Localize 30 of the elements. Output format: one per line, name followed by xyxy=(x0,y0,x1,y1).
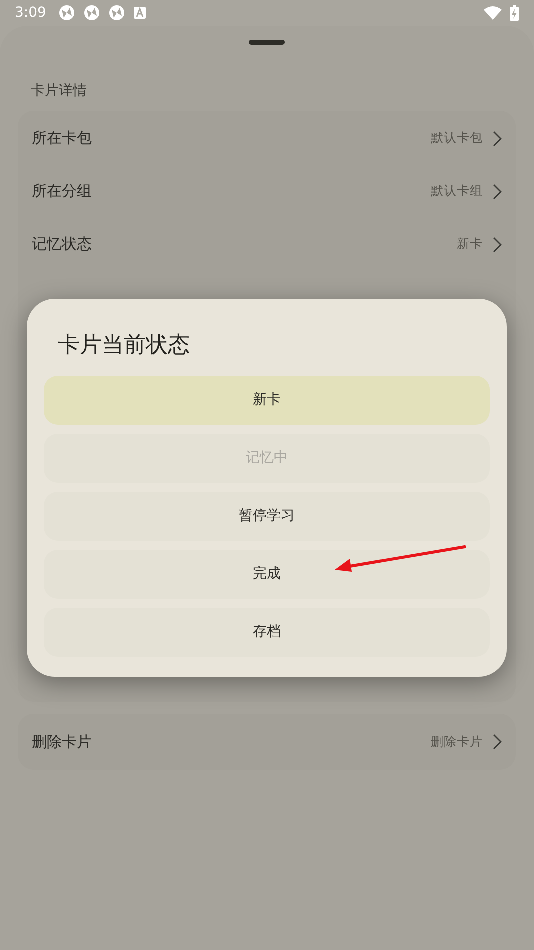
detail-row[interactable]: 所在分组 默认卡组 xyxy=(18,165,516,218)
detail-row[interactable]: 所在卡包 默认卡包 xyxy=(18,112,516,165)
keyboard-a-icon xyxy=(134,7,146,19)
status-option[interactable]: 存档 xyxy=(44,608,490,657)
row-label: 删除卡片 xyxy=(32,732,92,753)
chevron-right-icon xyxy=(493,184,502,200)
dialog-title: 卡片当前状态 xyxy=(57,332,191,360)
status-option[interactable]: 暂停学习 xyxy=(44,492,490,541)
row-value: 默认卡包 xyxy=(431,129,483,148)
section-header: 卡片详情 xyxy=(30,82,88,101)
row-value: 删除卡片 xyxy=(431,732,483,751)
app-notification-icon xyxy=(84,5,100,21)
wifi-icon xyxy=(484,6,502,20)
row-value: 默认卡组 xyxy=(431,182,483,200)
chevron-right-icon xyxy=(493,734,502,750)
row-value: 新卡 xyxy=(457,235,483,254)
row-label: 记忆状态 xyxy=(32,234,92,256)
detail-row[interactable]: 删除卡片 删除卡片 xyxy=(18,714,516,770)
status-option[interactable]: 新卡 xyxy=(44,376,490,425)
chevron-right-icon xyxy=(493,236,502,252)
status-time: 3:09 xyxy=(15,4,46,22)
detail-row[interactable]: 记忆状态 新卡 xyxy=(18,218,516,271)
drag-handle[interactable] xyxy=(249,40,285,45)
status-option[interactable]: 完成 xyxy=(44,550,490,599)
row-label: 所在卡包 xyxy=(32,128,92,150)
app-notification-icon xyxy=(59,5,76,21)
battery-charging-icon xyxy=(510,5,519,21)
chevron-right-icon xyxy=(493,130,502,146)
app-notification-icon xyxy=(109,5,126,21)
row-label: 所在分组 xyxy=(32,181,92,202)
